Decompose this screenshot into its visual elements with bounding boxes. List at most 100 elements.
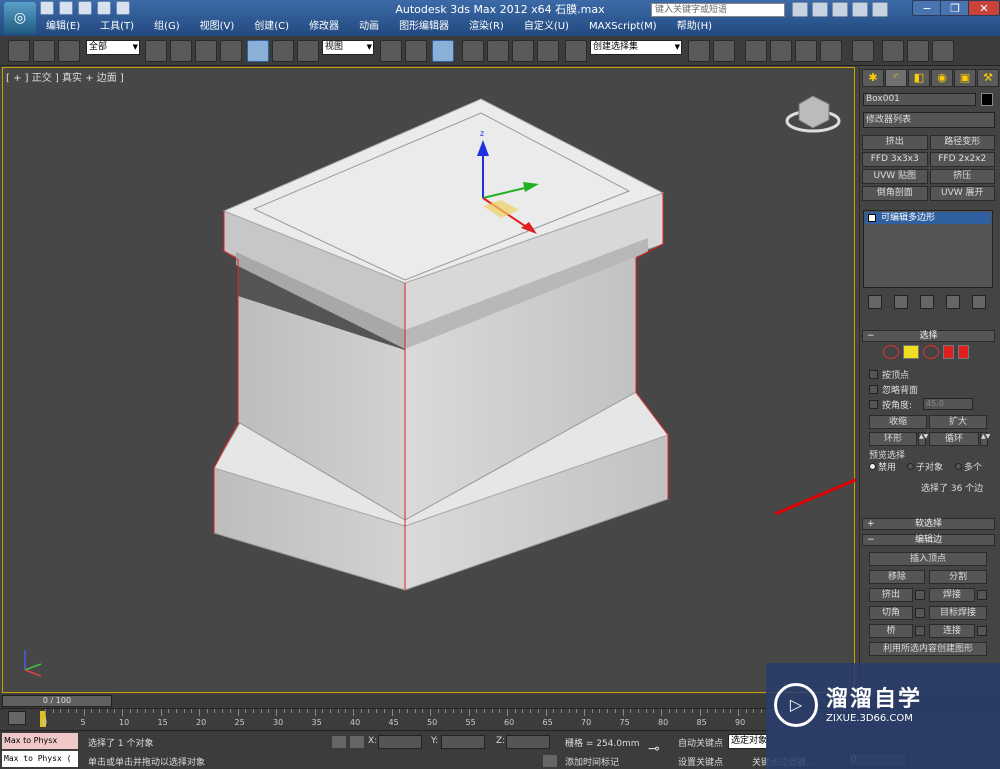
- loop-button[interactable]: 循环: [929, 432, 979, 446]
- favorites-icon[interactable]: [852, 2, 868, 17]
- selected-filter-dropdown[interactable]: 选定对象: [728, 734, 768, 749]
- y-coord-field[interactable]: [441, 735, 485, 749]
- search-input[interactable]: 键入关键字或短语: [651, 3, 785, 17]
- menu-graph-editors[interactable]: 图形编辑器: [389, 19, 459, 35]
- keyboard-shortcut-override-icon[interactable]: [432, 40, 454, 62]
- chamfer-button[interactable]: 切角: [869, 606, 913, 620]
- by-vertex-checkbox[interactable]: 按顶点: [869, 368, 909, 381]
- stack-item-editable-poly[interactable]: 可编辑多边形: [865, 212, 991, 224]
- modifier-button[interactable]: 倒角剖面: [862, 186, 928, 201]
- chamfer-settings-icon[interactable]: [915, 608, 925, 618]
- extrude-settings-icon[interactable]: [915, 590, 925, 600]
- graphite-toggle-icon[interactable]: [770, 40, 792, 62]
- named-selection-dropdown[interactable]: 创建选择集: [590, 40, 682, 55]
- motion-tab-icon[interactable]: ◉: [931, 69, 953, 87]
- bind-space-warp-icon[interactable]: [58, 40, 80, 62]
- border-icon[interactable]: [923, 345, 939, 359]
- utilities-tab-icon[interactable]: ⚒: [977, 69, 999, 87]
- spinner-snap-icon[interactable]: [537, 40, 559, 62]
- create-tab-icon[interactable]: ✱: [862, 69, 884, 87]
- menu-customize[interactable]: 自定义(U): [514, 19, 579, 35]
- menu-edit[interactable]: 编辑(E): [36, 19, 90, 35]
- hierarchy-tab-icon[interactable]: ◧: [908, 69, 930, 87]
- select-and-link-icon[interactable]: [8, 40, 30, 62]
- menu-tools[interactable]: 工具(T): [90, 19, 144, 35]
- help-icon[interactable]: [872, 2, 888, 17]
- insert-vertex-button[interactable]: 插入顶点: [869, 552, 987, 566]
- select-and-move-icon[interactable]: [247, 40, 269, 62]
- lock-selection-icon[interactable]: [332, 736, 346, 748]
- rect-selection-icon[interactable]: [195, 40, 217, 62]
- split-button[interactable]: 分割: [929, 570, 987, 584]
- absolute-mode-icon[interactable]: [350, 736, 364, 748]
- perspective-viewport[interactable]: [ + ] 正交 ] 真实 + 边面 ] z: [2, 67, 856, 693]
- reference-coord-dropdown[interactable]: 视图: [322, 40, 374, 55]
- select-object-icon[interactable]: [145, 40, 167, 62]
- z-coord-field[interactable]: [506, 735, 550, 749]
- viewcube-icon[interactable]: [798, 95, 830, 129]
- remove-modifier-icon[interactable]: [946, 295, 960, 309]
- menu-maxscript[interactable]: MAXScript(M): [579, 19, 667, 35]
- ring-spinner[interactable]: ▲▼: [918, 432, 928, 446]
- menu-group[interactable]: 组(G): [144, 19, 190, 35]
- maximize-button[interactable]: ❐: [940, 0, 970, 16]
- by-angle-checkbox[interactable]: 按角度:: [869, 398, 912, 411]
- set-key-button[interactable]: 设置关键点: [678, 755, 723, 768]
- add-time-tag[interactable]: 添加时间标记: [565, 755, 619, 768]
- modifier-button[interactable]: UVW 贴图: [862, 169, 928, 184]
- vertex-icon[interactable]: [883, 345, 899, 359]
- show-end-result-icon[interactable]: [894, 295, 908, 309]
- expand-icon[interactable]: [868, 214, 876, 222]
- element-icon[interactable]: [958, 345, 969, 359]
- close-button[interactable]: ✕: [968, 0, 1000, 16]
- bridge-settings-icon[interactable]: [915, 626, 925, 636]
- modifier-button[interactable]: 挤出: [862, 135, 928, 150]
- bridge-button[interactable]: 桥: [869, 624, 913, 638]
- communication-icon[interactable]: [832, 2, 848, 17]
- unlink-icon[interactable]: [33, 40, 55, 62]
- edit-named-selection-icon[interactable]: [565, 40, 587, 62]
- polygon-icon[interactable]: [943, 345, 954, 359]
- edge-icon[interactable]: [903, 345, 919, 359]
- modifier-button[interactable]: UVW 展开: [929, 186, 995, 201]
- connect-settings-icon[interactable]: [977, 626, 987, 636]
- modifier-list-dropdown[interactable]: 修改器列表: [863, 112, 995, 128]
- modifier-button[interactable]: 路径变形: [929, 135, 995, 150]
- extrude-button[interactable]: 挤出: [869, 588, 913, 602]
- percent-snap-icon[interactable]: [512, 40, 534, 62]
- menu-animation[interactable]: 动画: [349, 19, 389, 35]
- maxscript-listener-top[interactable]: Max to Physx: [2, 733, 78, 749]
- subscription-icon[interactable]: [812, 2, 828, 17]
- object-name-field[interactable]: Box001: [863, 93, 976, 106]
- selection-filter-dropdown[interactable]: 全部: [86, 40, 140, 55]
- key-icon[interactable]: ⊸: [648, 741, 660, 757]
- select-and-manipulate-icon[interactable]: [405, 40, 427, 62]
- shrink-button[interactable]: 收缩: [869, 415, 927, 429]
- object-color-swatch[interactable]: [981, 93, 993, 106]
- mirror-icon[interactable]: [688, 40, 710, 62]
- weld-settings-icon[interactable]: [977, 590, 987, 600]
- snaps-toggle-icon[interactable]: [462, 40, 484, 62]
- angle-snap-icon[interactable]: [487, 40, 509, 62]
- modifier-button[interactable]: FFD 2x2x2: [929, 152, 995, 167]
- pivot-center-icon[interactable]: [380, 40, 402, 62]
- select-by-name-icon[interactable]: [170, 40, 192, 62]
- soft-selection-rollout-header[interactable]: + 软选择: [862, 518, 995, 530]
- render-production-icon[interactable]: [932, 40, 954, 62]
- menu-rendering[interactable]: 渲染(R): [459, 19, 514, 35]
- layer-manager-icon[interactable]: [745, 40, 767, 62]
- configure-sets-icon[interactable]: [972, 295, 986, 309]
- modifier-button[interactable]: 挤压: [929, 169, 995, 184]
- time-slider[interactable]: 0 / 100: [2, 695, 112, 707]
- curve-editor-icon[interactable]: [795, 40, 817, 62]
- align-icon[interactable]: [713, 40, 735, 62]
- menu-help[interactable]: 帮助(H): [667, 19, 722, 35]
- connect-button[interactable]: 连接: [929, 624, 975, 638]
- render-setup-icon[interactable]: [882, 40, 904, 62]
- edit-edges-rollout-header[interactable]: − 编辑边: [862, 534, 995, 546]
- rendered-frame-icon[interactable]: [907, 40, 929, 62]
- preview-subobject-radio[interactable]: 子对象: [907, 460, 943, 473]
- preview-off-radio[interactable]: 禁用: [869, 460, 896, 473]
- schematic-view-icon[interactable]: [820, 40, 842, 62]
- target-weld-button[interactable]: 目标焊接: [929, 606, 987, 620]
